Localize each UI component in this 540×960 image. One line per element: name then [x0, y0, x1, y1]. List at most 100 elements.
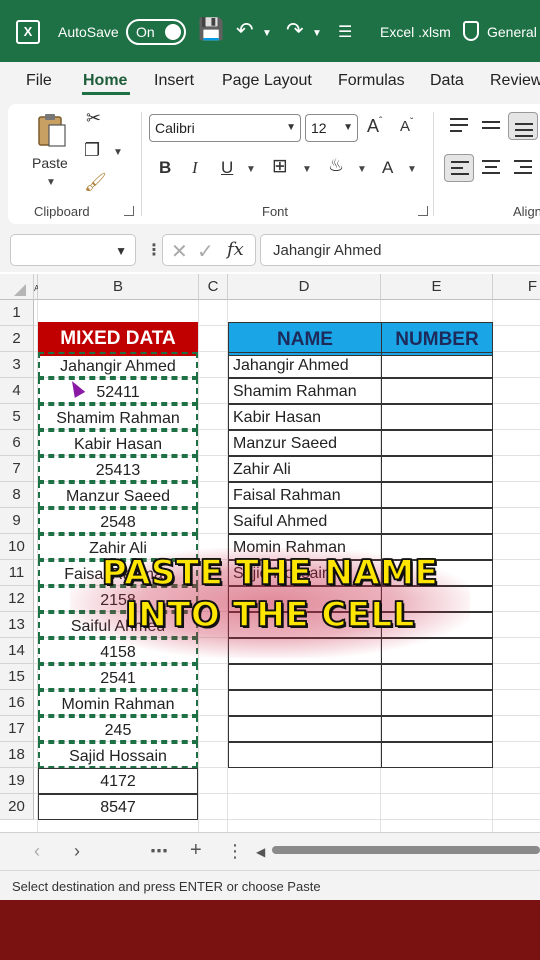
font-size-combo[interactable]: 12 ▼: [305, 114, 358, 142]
fill-color-icon[interactable]: ♨: [328, 155, 344, 176]
horizontal-scrollbar[interactable]: [272, 846, 540, 854]
mixed-data-cell[interactable]: 8547: [38, 794, 198, 820]
fill-color-dropdown-icon[interactable]: ▼: [357, 164, 367, 175]
decrease-font-size-icon[interactable]: Aˇ: [400, 117, 413, 135]
cut-icon[interactable]: ✂: [86, 108, 101, 129]
sensitivity-label[interactable]: General: [487, 24, 537, 40]
name-cell[interactable]: Shamim Rahman: [228, 378, 382, 404]
row-header[interactable]: 16: [0, 690, 34, 716]
name-cell[interactable]: Zahir Ali: [228, 456, 382, 482]
confirm-entry-icon[interactable]: ✓: [197, 239, 214, 264]
mixed-data-cell[interactable]: 25413: [38, 456, 198, 482]
scroll-sheets-left-icon[interactable]: ‹: [34, 841, 40, 862]
format-painter-icon[interactable]: 🖌: [84, 172, 107, 193]
name-cell[interactable]: Jahangir Ahmed: [228, 352, 382, 378]
save-icon[interactable]: 💾: [198, 18, 224, 42]
select-all-corner[interactable]: [0, 274, 34, 300]
italic-button[interactable]: I: [192, 158, 198, 178]
copy-icon[interactable]: ❐: [84, 140, 100, 161]
tab-data[interactable]: Data: [430, 72, 464, 90]
undo-icon[interactable]: ↶: [236, 18, 254, 43]
column-header-f[interactable]: F: [493, 274, 540, 300]
underline-dropdown-icon[interactable]: ▼: [246, 164, 256, 175]
number-cell[interactable]: [381, 352, 493, 378]
number-cell[interactable]: [381, 430, 493, 456]
mixed-data-cell[interactable]: 245: [38, 716, 198, 742]
number-cell[interactable]: [381, 742, 493, 768]
clipboard-dialog-launcher-icon[interactable]: [124, 206, 134, 216]
row-header[interactable]: 7: [0, 456, 34, 482]
number-cell[interactable]: [381, 690, 493, 716]
font-color-dropdown-icon[interactable]: ▼: [407, 164, 417, 175]
redo-dropdown-icon[interactable]: ▼: [312, 28, 322, 39]
row-header[interactable]: 14: [0, 638, 34, 664]
font-dialog-launcher-icon[interactable]: [418, 206, 428, 216]
redo-icon[interactable]: ↷: [286, 18, 304, 43]
name-cell[interactable]: [228, 690, 382, 716]
mixed-data-cell[interactable]: 4172: [38, 768, 198, 794]
cancel-entry-icon[interactable]: ✕: [171, 239, 188, 264]
number-cell[interactable]: [381, 664, 493, 690]
column-header-e[interactable]: E: [381, 274, 493, 300]
column-header-c[interactable]: C: [199, 274, 228, 300]
row-header[interactable]: 10: [0, 534, 34, 560]
font-color-button[interactable]: A: [382, 158, 393, 178]
number-cell[interactable]: [381, 456, 493, 482]
add-sheet-icon[interactable]: +: [190, 839, 202, 862]
name-box[interactable]: ▼: [10, 234, 136, 266]
scroll-sheets-right-icon[interactable]: ›: [74, 841, 80, 862]
row-header[interactable]: 19: [0, 768, 34, 794]
mixed-data-cell[interactable]: 2541: [38, 664, 198, 690]
row-header[interactable]: 18: [0, 742, 34, 768]
customize-toolbar-icon[interactable]: ☰: [338, 22, 352, 42]
tab-home[interactable]: Home: [83, 72, 127, 90]
tab-review[interactable]: Review: [490, 72, 540, 90]
tab-page-layout[interactable]: Page Layout: [222, 72, 312, 90]
number-cell[interactable]: [381, 378, 493, 404]
increase-font-size-icon[interactable]: Aˆ: [367, 116, 382, 137]
undo-dropdown-icon[interactable]: ▼: [262, 28, 272, 39]
row-header[interactable]: 13: [0, 612, 34, 638]
copy-dropdown-icon[interactable]: ▼: [113, 147, 123, 158]
name-cell[interactable]: Manzur Saeed: [228, 430, 382, 456]
paste-dropdown-icon[interactable]: ▼: [46, 177, 56, 188]
bottom-align-button[interactable]: [508, 112, 538, 140]
tab-formulas[interactable]: Formulas: [338, 72, 405, 90]
row-header[interactable]: 3: [0, 352, 34, 378]
align-left-button[interactable]: [444, 154, 474, 182]
borders-dropdown-icon[interactable]: ▼: [302, 164, 312, 175]
row-header[interactable]: 6: [0, 430, 34, 456]
tab-insert[interactable]: Insert: [154, 72, 194, 90]
mixed-data-cell[interactable]: Sajid Hossain: [38, 742, 198, 768]
name-cell[interactable]: [228, 664, 382, 690]
more-options-icon[interactable]: ⋮: [146, 240, 162, 260]
number-cell[interactable]: [381, 508, 493, 534]
row-header[interactable]: 8: [0, 482, 34, 508]
number-header[interactable]: NUMBER: [381, 322, 493, 356]
align-right-button[interactable]: [508, 154, 538, 182]
mixed-data-cell[interactable]: Manzur Saeed: [38, 482, 198, 508]
name-cell[interactable]: Kabir Hasan: [228, 404, 382, 430]
formula-input[interactable]: Jahangir Ahmed: [260, 234, 540, 266]
row-header[interactable]: 5: [0, 404, 34, 430]
number-cell[interactable]: [381, 716, 493, 742]
name-cell[interactable]: Saiful Ahmed: [228, 508, 382, 534]
column-header-d[interactable]: D: [228, 274, 381, 300]
column-header-b[interactable]: B: [38, 274, 199, 300]
row-header[interactable]: 2: [0, 326, 34, 352]
mixed-data-cell[interactable]: 2548: [38, 508, 198, 534]
more-sheets-icon[interactable]: ⋯: [150, 841, 168, 862]
sheet-options-icon[interactable]: ⋮: [226, 841, 244, 862]
mixed-data-header[interactable]: MIXED DATA: [38, 322, 198, 356]
mixed-data-cell[interactable]: Jahangir Ahmed: [38, 352, 198, 378]
mixed-data-cell[interactable]: 52411: [38, 378, 198, 404]
underline-button[interactable]: U: [221, 158, 233, 178]
mixed-data-cell[interactable]: Kabir Hasan: [38, 430, 198, 456]
paste-button-label[interactable]: Paste: [32, 155, 68, 171]
row-header[interactable]: 12: [0, 586, 34, 612]
file-name[interactable]: Excel .xlsm: [380, 24, 451, 40]
tab-file[interactable]: File: [26, 72, 52, 90]
mixed-data-cell[interactable]: Shamim Rahman: [38, 404, 198, 430]
mixed-data-cell[interactable]: Momin Rahman: [38, 690, 198, 716]
align-center-button[interactable]: [476, 154, 506, 182]
